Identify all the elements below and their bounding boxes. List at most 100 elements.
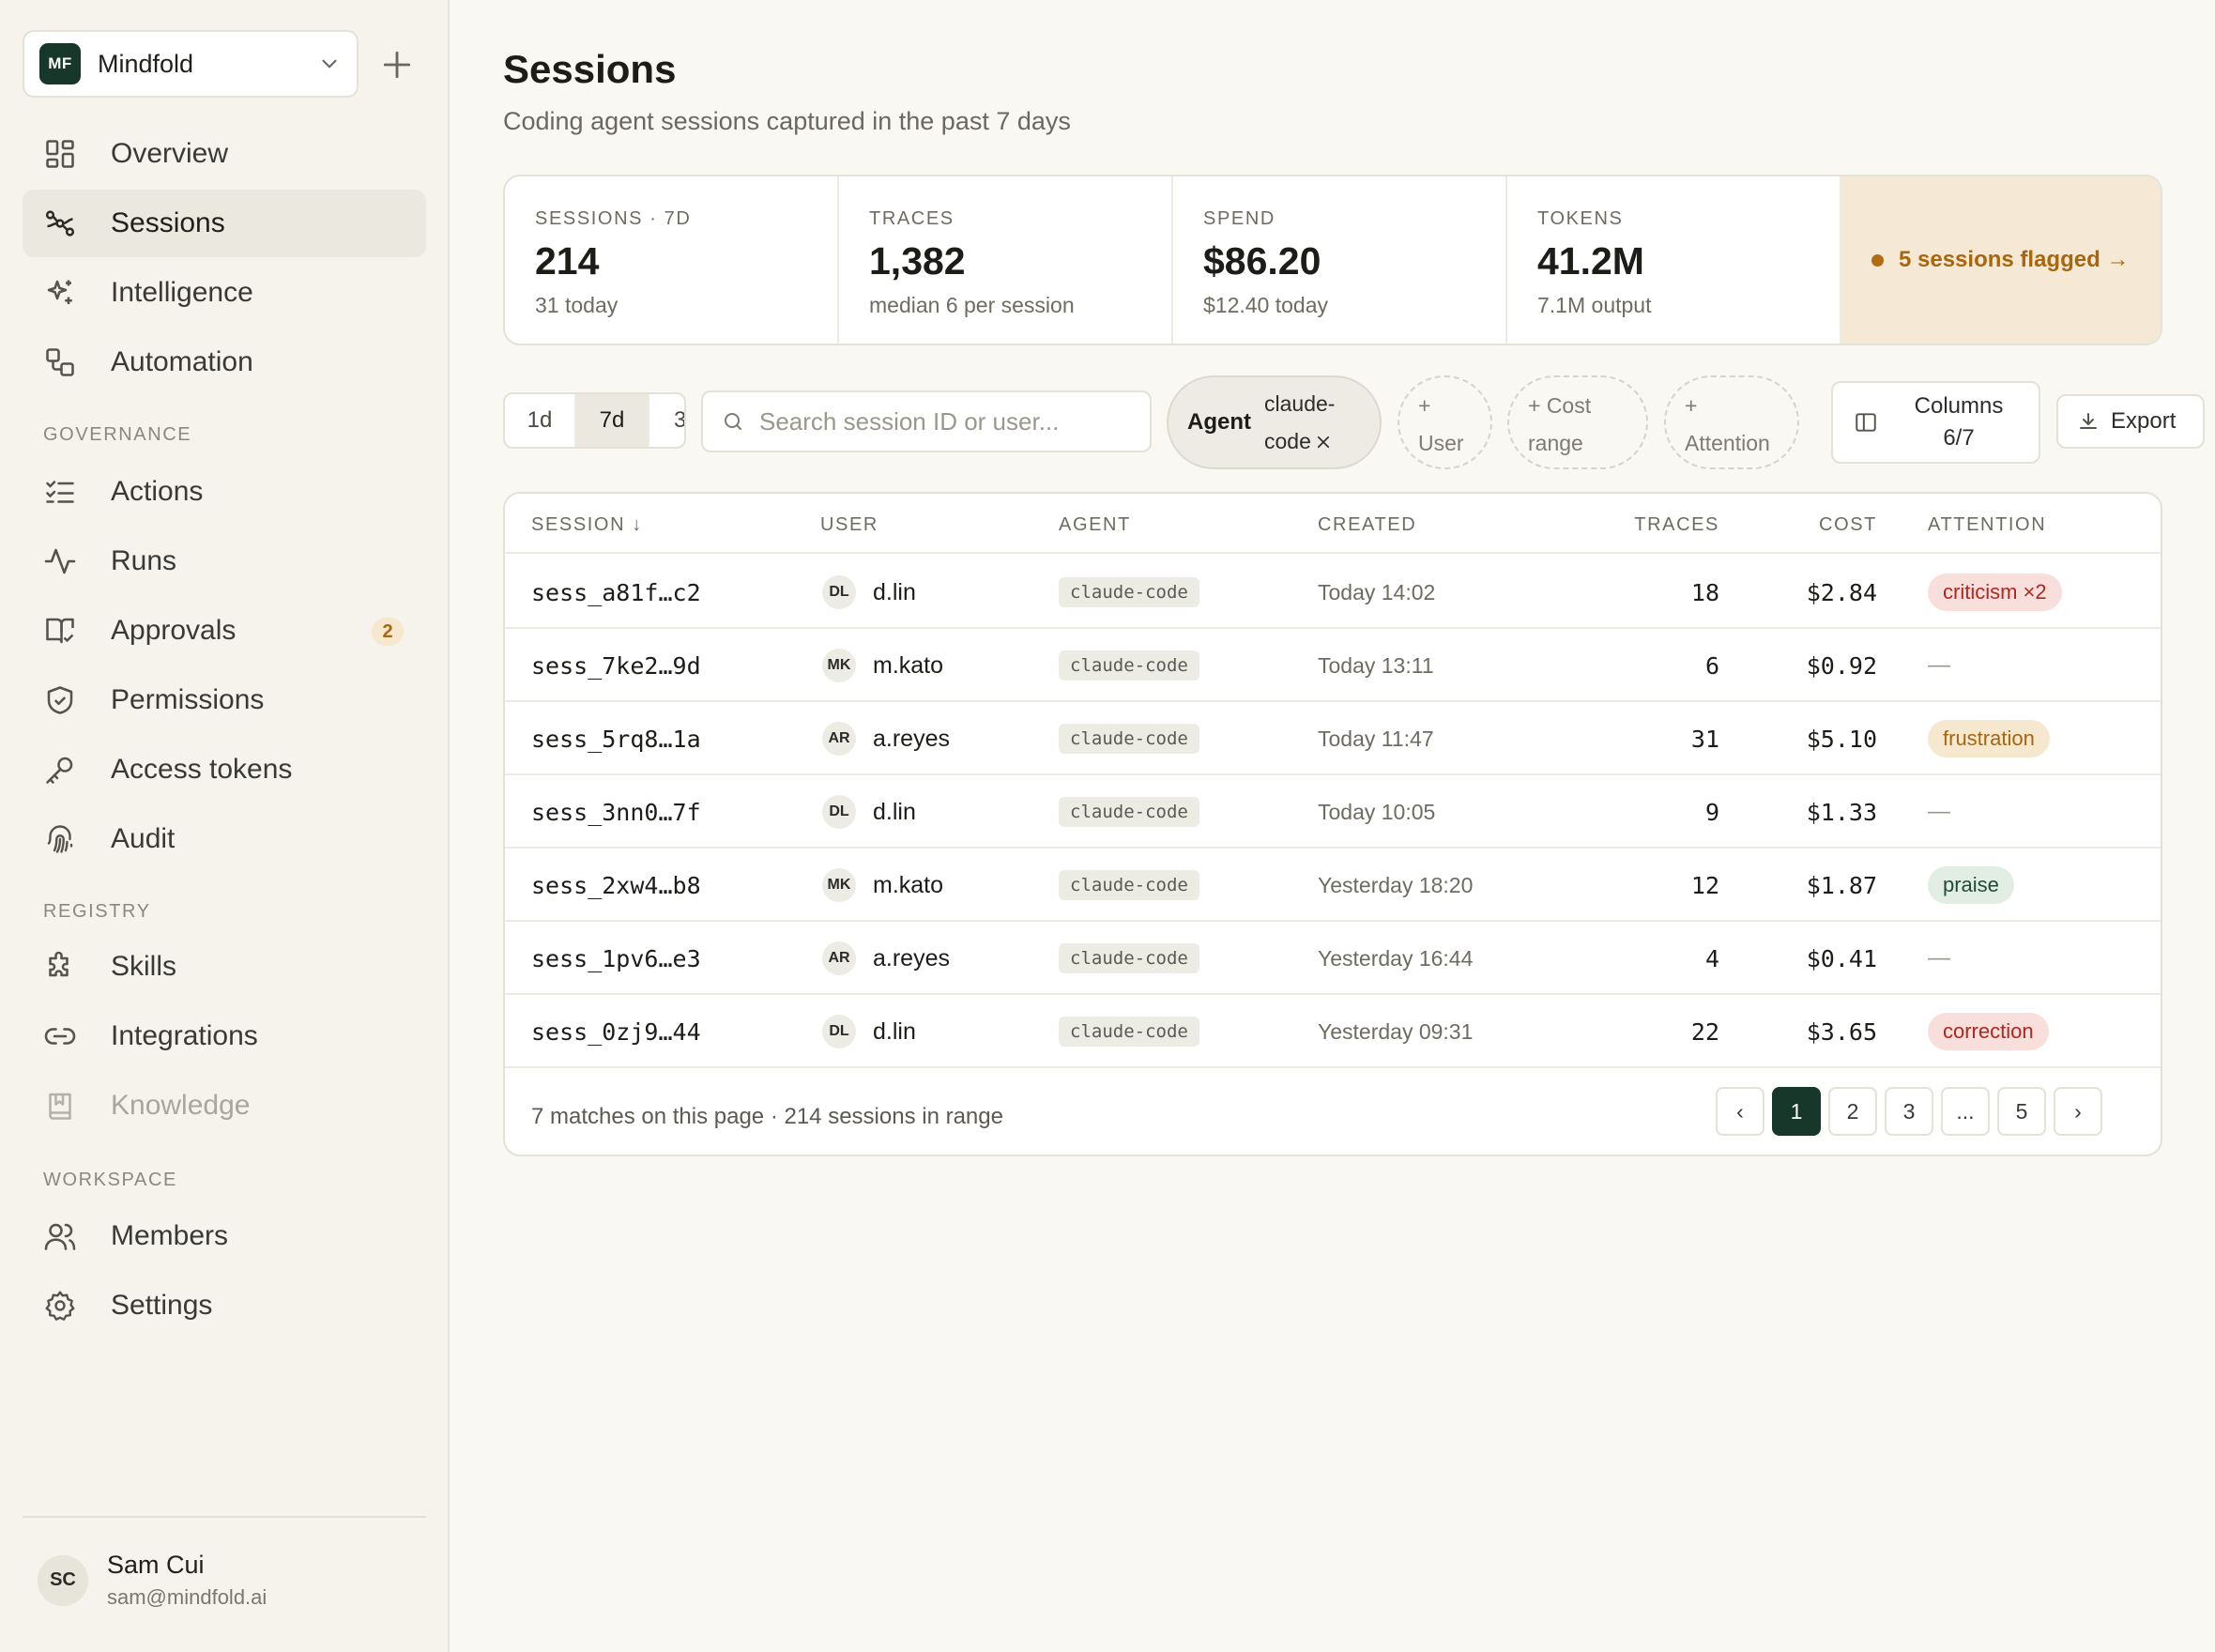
workspace-switcher[interactable]: MF Mindfold <box>23 30 359 98</box>
created-time: Today 10:05 <box>1318 799 1436 824</box>
agent-cell: claude-code <box>1059 629 1199 702</box>
page-2-button[interactable]: 2 <box>1828 1087 1877 1136</box>
traces-count: 18 <box>1690 578 1719 606</box>
table-row[interactable]: sess_5rq8…1a AR a.reyes claude-code Toda… <box>505 702 2161 775</box>
sidebar-item-automation[interactable]: Automation <box>23 329 426 396</box>
sidebar-item-approvals[interactable]: Approvals 2 <box>23 597 426 665</box>
attention-cell: praise <box>1928 849 2014 922</box>
page-title: Sessions <box>503 47 677 91</box>
created-time: Today 13:11 <box>1318 652 1434 678</box>
agent-tag: claude-code <box>1059 577 1199 607</box>
table-row[interactable]: sess_2xw4…b8 MK m.kato claude-code Yeste… <box>505 849 2161 922</box>
flagged-sessions-link[interactable]: 5 sessions flagged → <box>1841 176 2161 344</box>
sidebar-item-audit[interactable]: Audit <box>23 805 426 873</box>
sidebar-item-runs[interactable]: Runs <box>23 528 426 595</box>
attention-empty: — <box>1928 945 1950 971</box>
agent-tag: claude-code <box>1059 943 1199 973</box>
sidebar-item-knowledge[interactable]: Knowledge <box>23 1072 426 1140</box>
sidebar-item-access-tokens[interactable]: Access tokens <box>23 736 426 803</box>
attention-badge[interactable]: criticism ×2 <box>1928 574 2062 611</box>
col-attention[interactable]: ATTENTION <box>1928 514 2046 536</box>
table-row[interactable]: sess_a81f…c2 DL d.lin claude-code Today … <box>505 556 2161 629</box>
sidebar-item-label: Overview <box>111 138 229 169</box>
page-ellipsis: ... <box>1941 1087 1990 1136</box>
agent-filter-chip[interactable]: Agent claude- code <box>1167 375 1382 469</box>
sidebar-item-skills[interactable]: Skills <box>23 933 426 1001</box>
account-menu[interactable]: SC Sam Cui sam@mindfold.ai <box>38 1551 267 1610</box>
range-1d-button[interactable]: 1d <box>505 394 577 447</box>
sidebar-item-overview[interactable]: Overview <box>23 120 426 188</box>
range-7d-button[interactable]: 7d <box>576 394 648 447</box>
table-row[interactable]: sess_0zj9…44 DL d.lin claude-code Yester… <box>505 995 2161 1068</box>
filter-value-line1: claude- <box>1264 391 1336 416</box>
activity-icon <box>44 548 76 574</box>
close-icon[interactable] <box>1315 434 1332 451</box>
sidebar-item-label: Runs <box>111 545 177 576</box>
chip-line1: + Cost <box>1528 393 1592 418</box>
page-3-button[interactable]: 3 <box>1885 1087 1933 1136</box>
session-id[interactable]: sess_5rq8…1a <box>531 702 701 775</box>
sidebar-item-label: Members <box>111 1220 229 1251</box>
columns-button[interactable]: Columns 6/7 <box>1831 381 2040 464</box>
sidebar-item-settings[interactable]: Settings <box>23 1272 426 1339</box>
cost-value: $1.33 <box>1806 798 1877 826</box>
col-cost[interactable]: COST <box>1819 514 1877 536</box>
col-traces[interactable]: TRACES <box>1634 514 1719 536</box>
filter-key: Agent <box>1187 409 1251 435</box>
prev-page-button[interactable]: ‹ <box>1716 1087 1764 1136</box>
stat-value: 41.2M <box>1537 239 1644 283</box>
col-created[interactable]: CREATED <box>1318 514 1416 536</box>
add-attention-filter-button[interactable]: + Attention <box>1664 375 1799 469</box>
sidebar-item-members[interactable]: Members <box>23 1202 426 1270</box>
range-30d-button[interactable]: 3 <box>648 394 684 447</box>
page-1-button[interactable]: 1 <box>1772 1087 1821 1136</box>
add-cost-range-filter-button[interactable]: + Cost range <box>1507 375 1648 469</box>
user-name: a.reyes <box>873 944 950 971</box>
sidebar-item-intelligence[interactable]: Intelligence <box>23 259 426 327</box>
session-id[interactable]: sess_3nn0…7f <box>531 775 701 849</box>
sidebar-item-actions[interactable]: Actions <box>23 458 426 526</box>
export-label: Export <box>2111 408 2177 434</box>
sidebar: MF Mindfold Overview Sessions Intelligen… <box>0 0 450 1652</box>
col-user[interactable]: USER <box>820 514 878 536</box>
session-id[interactable]: sess_7ke2…9d <box>531 629 701 702</box>
created-time: Yesterday 18:20 <box>1318 872 1474 897</box>
sidebar-item-permissions[interactable]: Permissions <box>23 666 426 734</box>
traces-count: 4 <box>1704 944 1719 972</box>
sidebar-item-integrations[interactable]: Integrations <box>23 1002 426 1070</box>
sparkles-icon <box>47 280 72 304</box>
add-user-filter-button[interactable]: + User <box>1398 375 1492 469</box>
col-session[interactable]: SESSION ↓ <box>531 514 643 536</box>
search-icon <box>725 413 741 430</box>
agent-tag: claude-code <box>1059 870 1199 900</box>
cost-value: $0.41 <box>1806 944 1877 972</box>
session-id[interactable]: sess_1pv6…e3 <box>531 922 701 995</box>
table-row[interactable]: sess_3nn0…7f DL d.lin claude-code Today … <box>505 775 2161 849</box>
chevron-down-icon <box>322 59 337 69</box>
book-check-icon <box>46 618 74 644</box>
cost-value: $0.92 <box>1806 651 1877 680</box>
user-name: m.kato <box>873 651 944 679</box>
fingerprint-icon <box>47 825 73 853</box>
link-icon <box>44 1028 76 1045</box>
table-row[interactable]: sess_7ke2…9d MK m.kato claude-code Today… <box>505 629 2161 702</box>
agent-tag: claude-code <box>1059 1017 1199 1047</box>
next-page-button[interactable]: › <box>2054 1087 2102 1136</box>
attention-badge[interactable]: correction <box>1928 1013 2049 1050</box>
col-agent[interactable]: AGENT <box>1059 514 1131 536</box>
search-input[interactable] <box>759 406 1135 436</box>
puzzle-icon <box>49 951 69 977</box>
session-id[interactable]: sess_a81f…c2 <box>531 556 701 629</box>
attention-badge[interactable]: praise <box>1928 866 2014 904</box>
page-5-button[interactable]: 5 <box>1997 1087 2046 1136</box>
session-id[interactable]: sess_2xw4…b8 <box>531 849 701 922</box>
sidebar-item-label: Approvals <box>111 615 237 646</box>
table-row[interactable]: sess_1pv6…e3 AR a.reyes claude-code Yest… <box>505 922 2161 995</box>
export-button[interactable]: Export <box>2056 394 2205 449</box>
add-workspace-icon[interactable] <box>379 47 415 83</box>
stat-label: SPEND <box>1203 208 1276 229</box>
session-id[interactable]: sess_0zj9…44 <box>531 995 701 1068</box>
stat-sub: $12.40 today <box>1203 293 1329 317</box>
attention-badge[interactable]: frustration <box>1928 720 2050 757</box>
sidebar-item-sessions[interactable]: Sessions <box>23 190 426 257</box>
